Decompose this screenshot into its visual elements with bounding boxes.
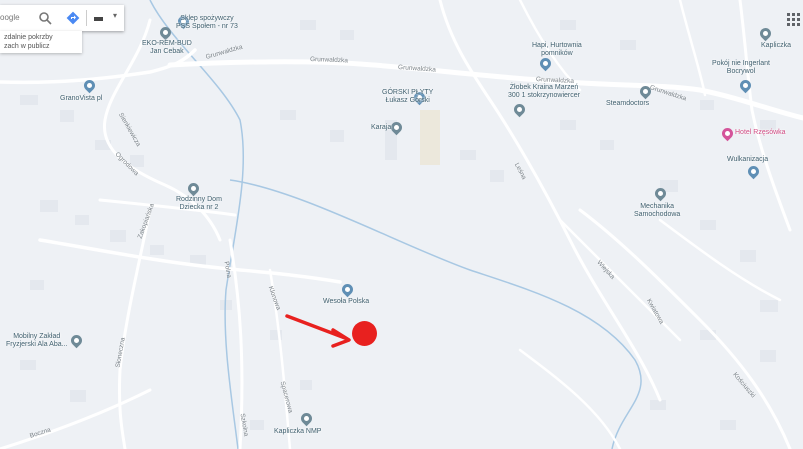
grid-apps-icon[interactable] (787, 13, 801, 27)
poi-label[interactable]: GÓRSKI PŁYTY Łukasz Górski (382, 89, 433, 105)
info-panel[interactable]: zdalnie pokrzby zach w publicz (0, 31, 82, 53)
search-box: oogle ▾ (0, 5, 124, 31)
search-input[interactable]: oogle (0, 13, 20, 22)
poi-label[interactable]: Hotel Rzęsówka (735, 129, 786, 137)
poi-label[interactable]: Karaja (371, 124, 391, 132)
directions-icon[interactable] (66, 11, 80, 25)
poi-label[interactable]: GranoVista pl (60, 95, 102, 103)
poi-label[interactable]: Sklep spożywczy PSS Społem - nr 73 (176, 15, 238, 31)
building-footprints (20, 20, 778, 430)
poi-label[interactable]: Wulkanizacja (727, 156, 768, 164)
search-divider (86, 10, 87, 26)
info-line: zach w publicz (4, 43, 50, 50)
chevron-down-icon[interactable]: ▾ (113, 11, 117, 20)
poi-label[interactable]: Żłobek Kraina Marzeń 300 1 stokrzynowierc… (508, 84, 580, 100)
poi-label[interactable]: Wesoła Polska (323, 298, 369, 306)
poi-label[interactable]: EKO-REM-BUD Jan Cebak (142, 40, 192, 56)
arrow-shaft (285, 314, 347, 340)
poi-label[interactable]: Kapliczka (761, 42, 791, 50)
poi-label[interactable]: Mobilny Zakład Fryzjerski Ala Aba... (6, 333, 67, 349)
search-icon[interactable] (38, 11, 52, 25)
poi-label[interactable]: Steamdoctors (606, 100, 649, 108)
layer-toggle-icon[interactable] (94, 17, 103, 21)
location-marker[interactable] (352, 321, 377, 346)
poi-label[interactable]: Pokój nie Ingerlant Bocrywol (712, 60, 770, 76)
info-line: zdalnie pokrzby (4, 34, 53, 41)
poi-label[interactable]: Hapi, Hurtownia pomników (532, 42, 582, 58)
map-canvas[interactable]: Grunwaldzka Grunwaldzka Grunwaldzka Grun… (0, 0, 803, 449)
poi-label[interactable]: Mechanika Samochodowa (634, 203, 680, 219)
poi-label[interactable]: Rodzinny Dom Dziecka nr 2 (176, 196, 222, 212)
poi-label[interactable]: Kapliczka NMP (274, 428, 321, 436)
road-label: Grunwaldzka (309, 56, 349, 65)
